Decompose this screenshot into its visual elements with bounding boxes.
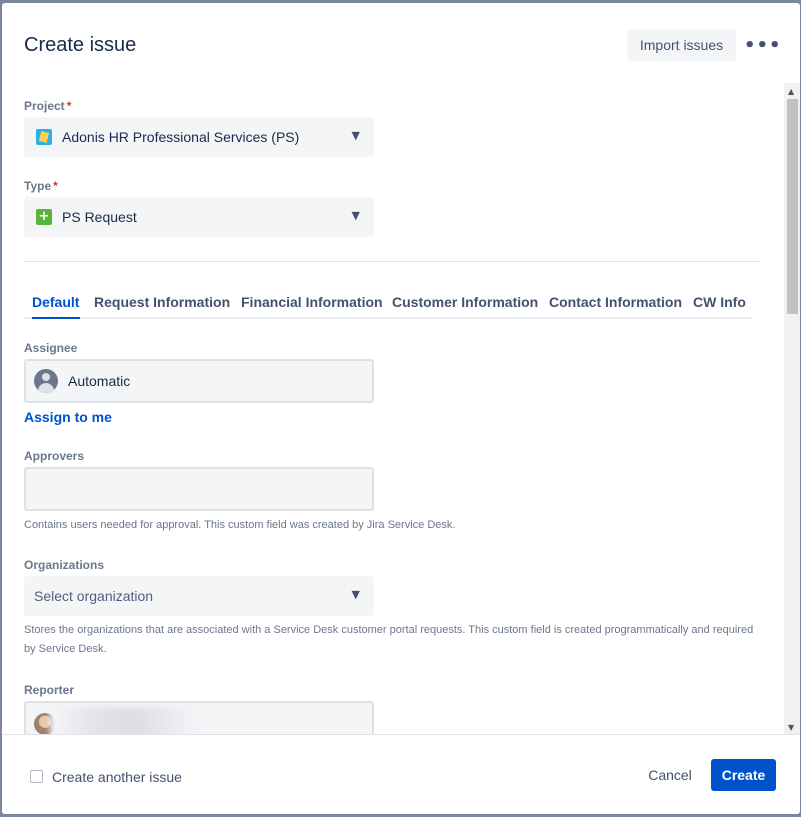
project-value: Adonis HR Professional Services (PS) (62, 129, 300, 145)
tab-customer-information[interactable]: Customer Information (392, 294, 538, 310)
reporter-label: Reporter (24, 683, 75, 697)
cancel-button[interactable]: Cancel (638, 759, 702, 791)
tab-financial-information[interactable]: Financial Information (241, 294, 383, 310)
assign-to-me-link[interactable]: Assign to me (24, 409, 112, 425)
create-another-checkbox[interactable] (30, 770, 43, 783)
modal-footer: Create another issue Cancel Create (2, 734, 800, 814)
project-label: Project * (24, 99, 72, 113)
tab-contact-information[interactable]: Contact Information (549, 294, 682, 310)
scrollbar-thumb[interactable] (787, 99, 798, 314)
form-scroll-area[interactable]: Project * Adonis HR Professional Services… (2, 83, 784, 734)
create-another-label[interactable]: Create another issue (52, 769, 182, 785)
organizations-select[interactable]: Select organization ▼ (24, 576, 374, 616)
type-select[interactable]: + PS Request ▼ (24, 197, 374, 237)
project-select[interactable]: Adonis HR Professional Services (PS) ▼ (24, 117, 374, 157)
tab-cw-info[interactable]: CW Info (693, 294, 746, 310)
divider (24, 261, 760, 262)
type-label: Type * (24, 179, 58, 193)
approvers-help-text: Contains users needed for approval. This… (24, 519, 456, 531)
organizations-label: Organizations (24, 558, 105, 572)
organizations-placeholder: Select organization (34, 588, 154, 604)
reporter-field[interactable] (24, 701, 374, 734)
plus-square-icon: + (36, 209, 52, 225)
chevron-down-icon: ▼ (351, 129, 360, 142)
default-avatar-icon (34, 369, 58, 393)
tab-default[interactable]: Default (32, 294, 79, 310)
reporter-name-redacted (50, 707, 200, 734)
approvers-field[interactable] (24, 467, 374, 511)
type-value: PS Request (62, 209, 137, 225)
assignee-label: Assignee (24, 341, 78, 355)
import-issues-button[interactable]: Import issues (627, 29, 736, 61)
modal-title: Create issue (24, 34, 137, 56)
field-tabs: Default Request Information Financial In… (24, 283, 752, 319)
assignee-field[interactable]: Automatic (24, 359, 374, 403)
chevron-down-icon: ▼ (351, 588, 360, 601)
create-issue-modal: Create issue Import issues ••• Project * … (2, 3, 800, 814)
tab-request-information[interactable]: Request Information (94, 294, 230, 310)
scroll-up-icon[interactable]: ▲ (788, 87, 794, 96)
active-tab-indicator (32, 317, 80, 319)
form-scrollbar[interactable]: ▲ ▼ (784, 83, 800, 734)
modal-header: Create issue Import issues ••• (2, 3, 800, 83)
chevron-down-icon: ▼ (351, 209, 360, 222)
organizations-help-text: Stores the organizations that are associ… (24, 624, 754, 655)
approvers-label: Approvers (24, 449, 85, 463)
create-button[interactable]: Create (711, 759, 776, 791)
assignee-value: Automatic (68, 373, 131, 389)
project-icon (36, 129, 52, 145)
more-options-icon[interactable]: ••• (744, 29, 781, 61)
scroll-down-icon[interactable]: ▼ (788, 723, 794, 732)
